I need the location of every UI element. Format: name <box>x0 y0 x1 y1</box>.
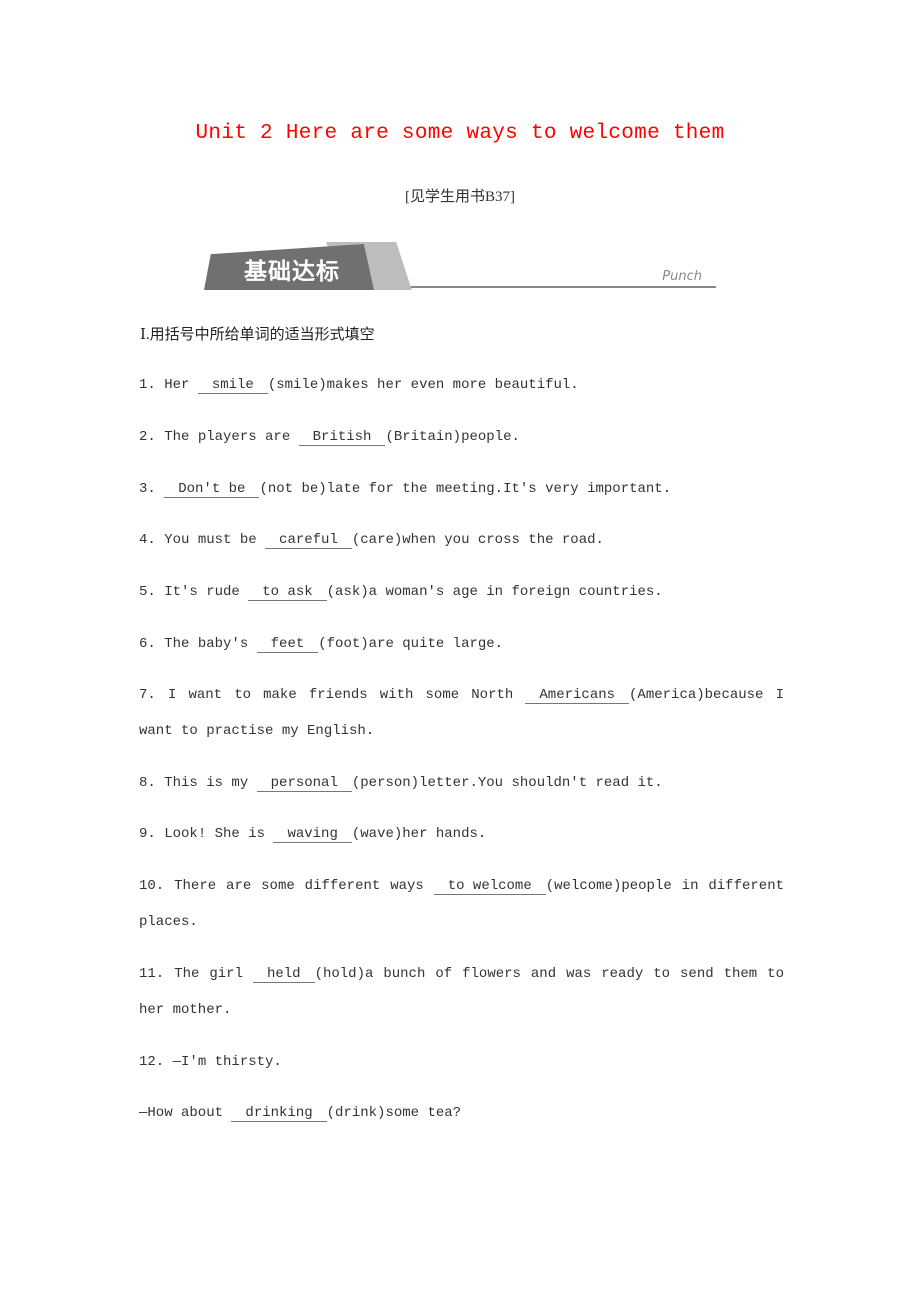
question-text-after: (smile)makes her even more beautiful. <box>267 377 579 393</box>
question-number: 6. <box>139 636 165 652</box>
question-item: 8. This is my personal (person)letter.You… <box>139 765 784 801</box>
answer-blank: held <box>252 966 315 983</box>
question-text-after: (foot)are quite large. <box>318 636 504 652</box>
question-item: 10. There are some different ways to wel… <box>139 868 784 940</box>
question-text-after: (wave)her hands. <box>351 826 487 842</box>
question-text-before: Look! She is <box>164 826 274 842</box>
textbook-reference: [见学生用书B37] <box>405 189 515 205</box>
question-item: 1. Her smile (smile)makes her even more b… <box>139 367 784 403</box>
question-text-before: There are some different ways <box>174 878 434 894</box>
question-text-after: (drink)some tea? <box>326 1105 462 1121</box>
answer-blank: drinking <box>231 1105 327 1122</box>
answer-blank: smile <box>197 377 268 394</box>
question-item: —How about drinking (drink)some tea? <box>139 1095 784 1131</box>
answer-blank: personal <box>256 775 352 792</box>
question-item: 2. The players are British (Britain)peopl… <box>139 419 784 455</box>
answer-blank: careful <box>265 532 352 549</box>
question-text-before: —I'm thirsty. <box>172 1054 282 1070</box>
question-text-before: The baby's <box>164 636 257 652</box>
question-text-before: This is my <box>164 775 257 791</box>
question-text-after: (not be)late for the meeting.It's very i… <box>259 481 672 497</box>
question-number: 10. <box>139 878 175 894</box>
question-text-before: You must be <box>164 532 266 548</box>
question-number: 4. <box>139 532 165 548</box>
answer-blank: waving <box>273 826 352 843</box>
question-text-before: The girl <box>174 966 253 982</box>
question-number: 11. <box>139 966 175 982</box>
question-text-after: (Britain)people. <box>385 429 520 445</box>
question-number: 8. <box>139 775 165 791</box>
banner-label: 基础达标 <box>244 259 340 285</box>
question-text-before: The players are <box>164 429 299 445</box>
answer-blank: Americans <box>525 687 630 704</box>
question-number: 9. <box>139 826 165 842</box>
question-number: 1. <box>139 377 165 393</box>
question-text-after: (person)letter.You shouldn't read it. <box>351 775 663 791</box>
answer-blank: Don't be <box>164 481 260 498</box>
question-item: 11. The girl held (hold)a bunch of flower… <box>139 956 784 1028</box>
question-text-before: It's rude <box>164 584 249 600</box>
question-text-before: Her <box>164 377 198 393</box>
answer-blank: to welcome <box>433 878 546 895</box>
question-number: 5. <box>139 584 165 600</box>
question-item: 6. The baby's feet (foot)are quite large. <box>139 626 784 662</box>
question-item: 12. —I'm thirsty. <box>139 1044 784 1080</box>
question-text-before: I want to make friends with some North <box>167 687 526 703</box>
question-number: 2. <box>139 429 165 445</box>
question-item: 4. You must be careful (care)when you cro… <box>139 522 784 558</box>
question-text-after: (ask)a woman's age in foreign countries. <box>326 584 663 600</box>
question-number: 12. <box>139 1054 173 1070</box>
question-text-after: (care)when you cross the road. <box>351 532 604 548</box>
question-item: 5. It's rude to ask (ask)a woman's age in… <box>139 574 784 610</box>
section-heading: Ⅰ.用括号中所给单词的适当形式填空 <box>140 327 375 343</box>
question-item: 9. Look! She is waving (wave)her hands. <box>139 816 784 852</box>
question-item: 7. I want to make friends with some Nort… <box>139 677 784 749</box>
question-number: 7. <box>139 687 168 703</box>
answer-blank: British <box>298 429 386 446</box>
question-item: 3. Don't be (not be)late for the meeting.… <box>139 471 784 507</box>
answer-blank: feet <box>256 636 319 653</box>
answer-blank: to ask <box>248 584 327 601</box>
document-title: Unit 2 Here are some ways to welcome the… <box>195 122 725 145</box>
banner-tag: Punch <box>662 269 702 284</box>
question-number: 3. <box>139 481 165 497</box>
section-banner: 基础达标 Punch <box>204 236 716 290</box>
banner-rule <box>384 286 716 288</box>
question-text-before: —How about <box>139 1105 232 1121</box>
